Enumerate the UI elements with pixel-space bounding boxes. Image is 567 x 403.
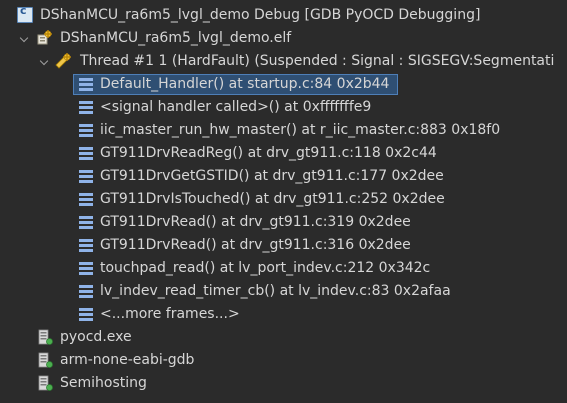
process-label: arm-none-eabi-gdb: [60, 352, 195, 368]
stack-frame-label: touchpad_read() at lv_port_indev.c:212 0…: [100, 260, 431, 276]
stack-frame-icon: [78, 168, 94, 184]
process-icon: [38, 329, 53, 345]
stack-frame-icon: [78, 99, 94, 115]
stack-frame-row[interactable]: GT911DrvRead() at drv_gt911.c:316 0x2dee: [0, 234, 567, 257]
stack-frame-row[interactable]: touchpad_read() at lv_port_indev.c:212 0…: [0, 257, 567, 280]
stack-frame-label: lv_indev_read_timer_cb() at lv_indev.c:8…: [100, 283, 451, 299]
suspended-thread-icon: [55, 53, 71, 69]
stack-frame-icon: [78, 191, 94, 207]
debug-target-row[interactable]: DShanMCU_ra6m5_lvgl_demo.elf: [0, 27, 567, 50]
stack-frame-icon: [78, 237, 94, 253]
stack-frame-row[interactable]: iic_master_run_hw_master() at r_iic_mast…: [0, 119, 567, 142]
process-label: pyocd.exe: [60, 329, 132, 345]
more-frames-row[interactable]: <...more frames...>: [0, 303, 567, 326]
process-row[interactable]: arm-none-eabi-gdb: [0, 349, 567, 372]
debug-target-icon: [37, 30, 52, 45]
stack-frame-label: GT911DrvRead() at drv_gt911.c:319 0x2dee: [100, 214, 411, 230]
process-row[interactable]: Semihosting: [0, 372, 567, 395]
debug-target-label: DShanMCU_ra6m5_lvgl_demo.elf: [60, 30, 292, 46]
debug-view-tree: c DShanMCU_ra6m5_lvgl_demo Debug [GDB Py…: [0, 4, 567, 395]
stack-frame-row[interactable]: lv_indev_read_timer_cb() at lv_indev.c:8…: [0, 280, 567, 303]
stack-frame-label: GT911DrvGetGSTID() at drv_gt911.c:177 0x…: [100, 168, 444, 184]
stack-frame-row[interactable]: Default_Handler() at startup.c:84 0x2b44: [0, 73, 567, 96]
thread-row[interactable]: Thread #1 1 (HardFault) (Suspended : Sig…: [0, 50, 567, 73]
process-icon: [38, 375, 53, 391]
stack-frame-icon: [78, 260, 94, 276]
stack-frame-icon: [78, 145, 94, 161]
stack-frame-row[interactable]: GT911DrvRead() at drv_gt911.c:319 0x2dee: [0, 211, 567, 234]
stack-frame-label: GT911DrvReadReg() at drv_gt911.c:118 0x2…: [100, 145, 437, 161]
stack-frame-row[interactable]: GT911DrvIsTouched() at drv_gt911.c:252 0…: [0, 188, 567, 211]
stack-frame-row[interactable]: <signal handler called>() at 0xfffffffe9: [0, 96, 567, 119]
process-row[interactable]: pyocd.exe: [0, 326, 567, 349]
expand-arrow-icon[interactable]: [39, 50, 51, 73]
stack-frame-icon: [78, 306, 94, 322]
stack-frame-label: Default_Handler() at startup.c:84 0x2b44: [100, 76, 390, 92]
stack-frame-label: GT911DrvRead() at drv_gt911.c:316 0x2dee: [100, 237, 411, 253]
launch-config-icon: c: [17, 4, 33, 23]
stack-frame-row[interactable]: GT911DrvGetGSTID() at drv_gt911.c:177 0x…: [0, 165, 567, 188]
stack-frame-label: <signal handler called>() at 0xfffffffe9: [100, 99, 372, 115]
stack-frame-label: iic_master_run_hw_master() at r_iic_mast…: [100, 122, 501, 138]
launch-config-label: DShanMCU_ra6m5_lvgl_demo Debug [GDB PyOC…: [40, 7, 481, 23]
more-frames-label: <...more frames...>: [100, 306, 240, 322]
stack-frame-icon: [78, 283, 94, 299]
stack-frame-label: GT911DrvIsTouched() at drv_gt911.c:252 0…: [100, 191, 445, 207]
process-label: Semihosting: [60, 375, 147, 391]
stack-frame-icon: [78, 76, 94, 92]
expand-arrow-icon[interactable]: [19, 27, 31, 50]
stack-frame-icon: [78, 214, 94, 230]
process-icon: [38, 352, 53, 368]
stack-frame-icon: [78, 122, 94, 138]
thread-label: Thread #1 1 (HardFault) (Suspended : Sig…: [80, 53, 555, 69]
launch-config-row[interactable]: c DShanMCU_ra6m5_lvgl_demo Debug [GDB Py…: [0, 4, 567, 27]
stack-frame-row[interactable]: GT911DrvReadReg() at drv_gt911.c:118 0x2…: [0, 142, 567, 165]
